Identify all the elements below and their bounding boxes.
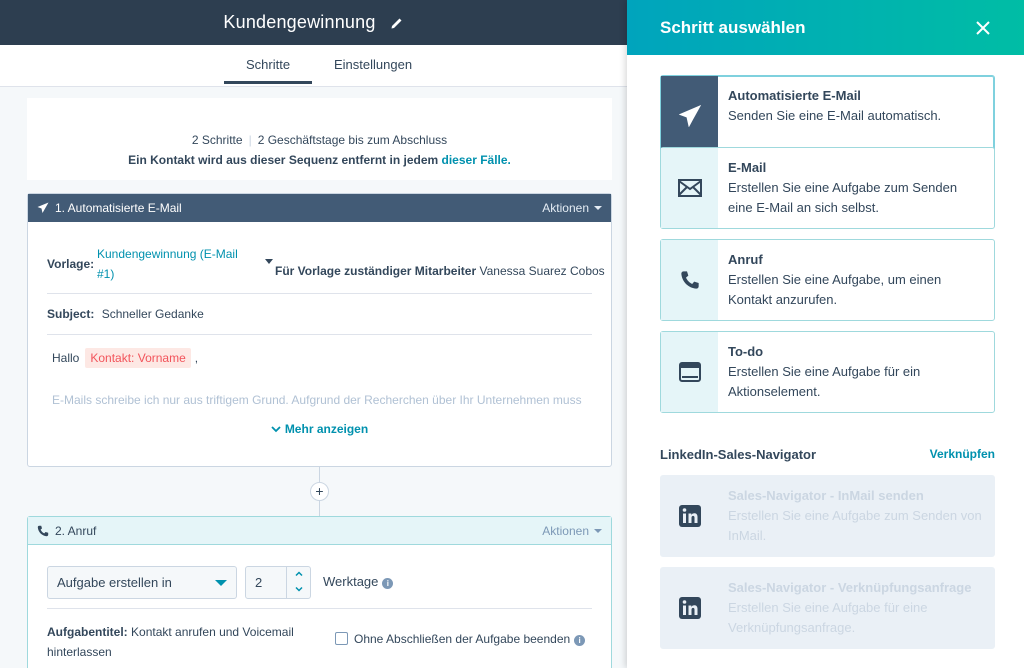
caret-down-icon[interactable] [265, 259, 273, 264]
linkedin-icon [678, 597, 701, 619]
linkedin-section-header: LinkedIn-Sales-Navigator Verknüpfen [660, 447, 995, 462]
step-option-email[interactable]: E-Mail Erstellen Sie eine Aufgabe zum Se… [660, 147, 995, 229]
close-icon[interactable] [975, 20, 991, 36]
option-description: Erstellen Sie eine Aufgabe, um einen Kon… [728, 272, 942, 307]
option-description: Erstellen Sie eine Aufgabe zum Senden vo… [728, 508, 982, 543]
connector-line [319, 501, 320, 516]
actions-dropdown[interactable]: Aktionen [542, 201, 602, 215]
stepper-value[interactable]: 2 [255, 575, 262, 590]
divider: | [248, 133, 252, 147]
template-label: Vorlage: [47, 257, 95, 271]
chevron-down-icon[interactable] [294, 584, 304, 594]
unit-text: Werktage [323, 574, 379, 589]
editor-body: 2 Schritte | 2 Geschäftstage bis zum Absch… [0, 88, 627, 668]
task-create-select[interactable]: Aufgabe erstellen in [47, 566, 237, 599]
divider [47, 334, 592, 335]
caret-down-icon [215, 579, 227, 586]
editor-tabs: Schritte Einstellungen [0, 45, 627, 87]
step-option-call[interactable]: Anruf Erstellen Sie eine Aufgabe, um ein… [660, 239, 995, 321]
connector-line [319, 467, 320, 482]
show-more-link[interactable]: Mehr anzeigen [28, 422, 611, 436]
subject-row: Subject: Schneller Gedanke [47, 307, 592, 321]
duration-text: 2 Geschäftstage bis zum Abschluss [257, 133, 448, 147]
actions-label: Aktionen [542, 201, 589, 215]
step-title: 1. Automatisierte E-Mail [55, 201, 182, 215]
option-title: To-do [728, 344, 764, 359]
step-count: 2 Schritte [191, 133, 243, 147]
greeting-punct: , [194, 351, 199, 365]
step-header: 1. Automatisierte E-Mail Aktionen [28, 194, 611, 222]
step-option-automated-email[interactable]: Automatisierte E-Mail Senden Sie eine E-… [660, 75, 995, 157]
chevron-down-icon [271, 426, 281, 433]
email-preview-text: E-Mails schreibe ich nur aus triftigem G… [52, 393, 582, 407]
step-option-todo[interactable]: To-do Erstellen Sie eine Aufgabe für ein… [660, 331, 995, 413]
step-automated-email: 1. Automatisierte E-Mail Aktionen Vorlag… [27, 193, 612, 467]
caret-down-icon [594, 528, 602, 533]
divider [47, 293, 592, 294]
step-call: 2. Anruf Aktionen Aufgabe erstellen in 2… [27, 516, 612, 668]
option-description: Erstellen Sie eine Aufgabe zum Senden ei… [728, 180, 958, 215]
subject-label: Subject: [47, 307, 95, 321]
step-option-inmail: Sales-Navigator - InMail senden Erstelle… [660, 475, 995, 557]
linkedin-heading: LinkedIn-Sales-Navigator [660, 447, 817, 462]
greeting-text: Hallo [52, 351, 80, 365]
caret-down-icon [594, 206, 602, 210]
divider [47, 608, 592, 609]
personalization-token[interactable]: Kontakt: Vorname [85, 348, 191, 368]
phone-icon [680, 271, 699, 289]
actions-dropdown[interactable]: Aktionen [542, 524, 602, 538]
days-stepper[interactable]: 2 [245, 566, 311, 599]
choose-step-panel: Schritt auswählen Automatisierte E-Mail … [627, 0, 1024, 668]
pencil-icon[interactable] [390, 16, 404, 30]
chevron-up-icon[interactable] [294, 569, 304, 579]
option-title: E-Mail [728, 160, 767, 175]
actions-label: Aktionen [542, 523, 589, 538]
step-title: 2. Anruf [55, 523, 97, 538]
tab-einstellungen[interactable]: Einstellungen [334, 57, 412, 72]
todo-icon [678, 362, 701, 382]
owner-value: Vanessa Suarez Cobos [479, 264, 605, 278]
owner-label: Für Vorlage zuständiger Mitarbeiter [275, 264, 477, 278]
removal-cases-link[interactable]: dieser Fälle. [442, 153, 511, 167]
editor-header: Kundengewinnung [0, 0, 627, 45]
paper-plane-icon [678, 105, 701, 127]
step-option-connection-request: Sales-Navigator - Verknüpfungsanfrage Er… [660, 567, 995, 649]
info-icon[interactable]: i [382, 578, 394, 589]
template-row: Vorlage: Kundengewinnung (E-Mail #1) Für… [47, 244, 605, 284]
complete-task-checkbox[interactable] [335, 632, 348, 645]
option-title: Automatisierte E-Mail [728, 88, 861, 103]
select-value: Aufgabe erstellen in [57, 575, 172, 590]
subject-value: Schneller Gedanke [101, 307, 204, 321]
tab-schritte[interactable]: Schritte [223, 57, 313, 84]
phone-icon [37, 525, 49, 536]
option-title: Sales-Navigator - Verknüpfungsanfrage [728, 580, 972, 595]
template-select[interactable]: Kundengewinnung (E-Mail #1) [97, 244, 257, 284]
paper-plane-icon [37, 202, 49, 213]
sequence-summary: 2 Schritte | 2 Geschäftstage bis zum Absch… [27, 98, 612, 180]
option-description: Erstellen Sie eine Aufgabe für ein Aktio… [728, 364, 921, 399]
panel-title: Schritt auswählen [660, 17, 806, 37]
option-title: Anruf [728, 252, 763, 267]
task-title-row: Aufgabentitel: Kontakt anrufen und Voice… [47, 622, 307, 662]
step-header: 2. Anruf Aktionen [28, 517, 611, 545]
info-icon[interactable]: i [574, 635, 586, 646]
envelope-icon [677, 179, 702, 197]
linkedin-icon [678, 505, 701, 527]
option-description: Erstellen Sie eine Aufgabe für eine Verk… [728, 600, 928, 635]
option-description: Senden Sie eine E-Mail automatisch. [728, 108, 942, 123]
complete-checkbox-row: Ohne Abschließen der Aufgabe beenden i [335, 632, 592, 646]
connect-link[interactable]: Verknüpfen [930, 447, 995, 462]
unit-label: Werktage i [323, 574, 394, 589]
sequence-title: Kundengewinnung [223, 12, 376, 32]
show-more-label: Mehr anzeigen [284, 422, 369, 436]
panel-header: Schritt auswählen [627, 0, 1024, 55]
add-step-button[interactable]: + [310, 482, 329, 501]
email-body: Hallo Kontakt: Vorname, [52, 348, 592, 368]
removal-text: Ein Kontakt wird aus dieser Sequenz entf… [128, 153, 439, 167]
option-title: Sales-Navigator - InMail senden [728, 488, 924, 503]
checkbox-label[interactable]: Ohne Abschließen der Aufgabe beenden [354, 632, 570, 646]
task-title-label: Aufgabentitel: [47, 625, 128, 639]
